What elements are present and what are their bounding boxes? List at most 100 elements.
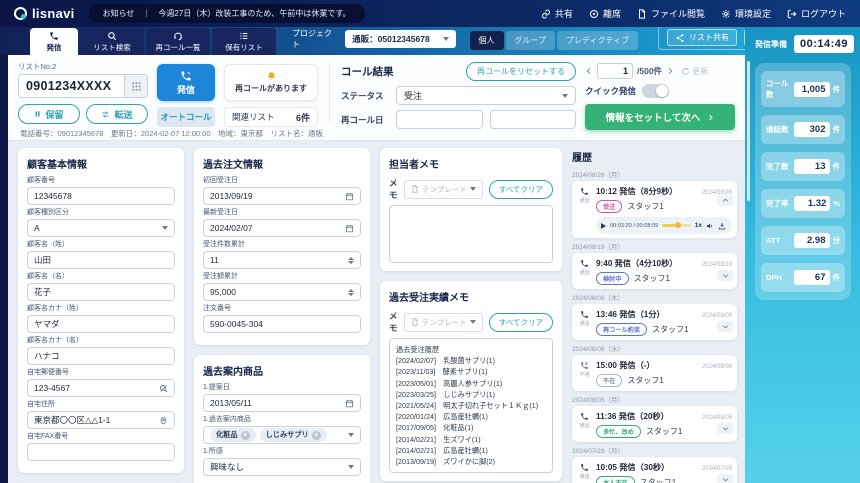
proposal-items-select[interactable]: 化粧品× しじみサプリ× (203, 426, 361, 444)
first-name-input[interactable]: 花子 (27, 283, 175, 301)
expand-button[interactable] (717, 270, 733, 281)
history-entry-date: 2024/08/08 (702, 364, 732, 370)
settings-button[interactable]: 環境設定 (721, 7, 771, 20)
stat-label: 完了率 (766, 198, 789, 209)
history-date: 2024/08/09（木） (572, 292, 737, 302)
history-date: 2024/08/19（月） (572, 241, 737, 251)
mode-group-button[interactable]: グループ (506, 31, 556, 50)
stepper-icon[interactable] (348, 257, 354, 264)
expand-button[interactable] (717, 423, 733, 434)
staff-memo-textarea[interactable] (389, 205, 553, 263)
seek-bar[interactable] (662, 224, 691, 227)
stat-label: 通話数 (766, 124, 789, 135)
refresh-button[interactable]: 更新 (681, 66, 708, 77)
memo-label: メモ (389, 177, 398, 201)
order-history-memo-textarea[interactable]: 過去受注履歴 [2024/02/07] 乳酸菌サプリ(1) [2023/11/0… (389, 338, 553, 473)
stepper-icon[interactable] (348, 289, 354, 296)
recall-reset-button[interactable]: 再コールをリセットする (466, 62, 576, 81)
tab-dial[interactable]: 発信 (30, 28, 78, 55)
mode-predictive-button[interactable]: プレディクティブ (557, 31, 638, 50)
download-icon[interactable] (718, 222, 726, 230)
app-logo[interactable]: lisnavi (14, 6, 75, 21)
project-select[interactable]: 通販：05012345678 (345, 30, 455, 48)
past-order-card: 過去注文情報 初回受注日 2013/09/19 最新受注日 2024/02/07… (194, 148, 370, 345)
dial-panel: 発信 オートコール (157, 60, 215, 124)
expand-button[interactable] (717, 321, 733, 332)
status-select[interactable]: 受注 (396, 86, 576, 105)
clear-all-button[interactable]: すべてクリア (489, 313, 553, 332)
list-share-button[interactable]: リスト共有 (667, 29, 737, 46)
file-icon (411, 318, 419, 326)
stat-unit: 件 (833, 84, 841, 95)
last-name-kana-input[interactable]: ヤマダ (27, 315, 175, 333)
order-history-memo-card: 過去受注実績メモ メモ テンプレート すべてクリア 過去受注履歴 [2024/0… (380, 281, 562, 481)
latest-order-date-input[interactable]: 2024/02/07 (203, 219, 361, 237)
expand-button[interactable] (717, 474, 733, 483)
recall-date-input[interactable] (396, 110, 483, 129)
play-icon[interactable] (601, 223, 606, 229)
sidebar-scrollbar[interactable] (747, 61, 750, 201)
home-address-input[interactable]: 東京都〇〇区△△1-1 (27, 411, 175, 429)
record-number-input[interactable]: 1 (597, 63, 633, 79)
recall-time-input[interactable] (490, 110, 577, 129)
tag-remove-icon[interactable]: × (312, 431, 321, 440)
related-list-button[interactable]: 関連リスト 6件 (224, 107, 318, 127)
customer-number-input[interactable]: 12345678 (27, 187, 175, 205)
history-entry[interactable]: 不通 15:00 発信（-） 2024/08/08 不在 スタッフ1 (572, 355, 737, 391)
quick-dial-toggle[interactable] (642, 84, 669, 98)
recall-notice[interactable]: 再コールがあります (224, 64, 318, 101)
tab-recall-list[interactable]: 再コール一覧 (146, 28, 210, 55)
postal-code-input[interactable]: 123-4567 (27, 379, 175, 397)
calendar-icon[interactable] (345, 224, 354, 233)
clear-all-button[interactable]: すべてクリア (489, 180, 553, 199)
mode-personal-button[interactable]: 個人 (470, 31, 504, 50)
logout-button[interactable]: ログアウト (787, 7, 846, 20)
history-entry[interactable]: 通話 10:12 発信（8分9秒） 2024/08/26 受注 スタッフ1 00… (572, 181, 737, 238)
dial-button[interactable]: 発信 (157, 64, 215, 101)
field-label: 1.提案日 (203, 384, 361, 392)
template-select[interactable]: テンプレート (404, 313, 483, 332)
share-button[interactable]: 共有 (541, 7, 573, 20)
autocall-button[interactable]: オートコール (157, 107, 215, 127)
hold-button[interactable]: 保留 (18, 104, 80, 124)
order-amount-stepper[interactable]: 95,000 (203, 283, 361, 301)
tag-remove-icon[interactable]: × (241, 431, 250, 440)
first-order-date-input[interactable]: 2013/09/19 (203, 187, 361, 205)
refresh-label: 更新 (692, 66, 708, 77)
history-entry-date: 2024/08/05 (702, 415, 732, 421)
history-entry[interactable]: 通話 10:05 発信（30秒） 2024/07/29 本人不在 スタッフ1 (572, 457, 737, 483)
phone-number-input[interactable]: 0901234XXXX (18, 74, 124, 98)
last-name-input[interactable]: 山田 (27, 251, 175, 269)
history-entry[interactable]: 通話 9:40 発信（4分10秒） 2024/08/19 検討中 スタッフ1 (572, 253, 737, 289)
tab-list-search[interactable]: リスト検索 (80, 28, 144, 55)
map-pin-icon[interactable] (159, 416, 168, 425)
impression-select[interactable]: 興味なし (203, 458, 361, 476)
next-record-button[interactable] (666, 67, 674, 75)
keypad-button[interactable] (124, 74, 148, 98)
history-entry-title: 15:00 発信（-） (596, 359, 655, 371)
history-entry[interactable]: 通話 13:46 発信（1分） 2024/08/09 再コール約束 スタッフ1 (572, 304, 737, 340)
set-and-next-button[interactable]: 情報をセットして次へ (585, 104, 735, 130)
order-count-stepper[interactable]: 11 (203, 251, 361, 269)
file-view-button[interactable]: ファイル閲覧 (637, 7, 705, 20)
transfer-button[interactable]: 転送 (86, 104, 148, 124)
template-select[interactable]: テンプレート (404, 180, 483, 199)
away-button[interactable]: 離席 (589, 7, 621, 20)
order-number-input[interactable]: 590-0045-304 (203, 315, 361, 333)
memo-line: [2014/02/21] 生ズワイ(1) (396, 434, 546, 445)
calendar-icon[interactable] (345, 192, 354, 201)
customer-type-select[interactable]: A (27, 219, 175, 237)
history-entry[interactable]: 通話 11:36 発信（20秒） 2024/08/05 多忙、改め スタッフ1 (572, 406, 737, 442)
home-fax-input[interactable] (27, 443, 175, 461)
first-name-kana-input[interactable]: ハナコ (27, 347, 175, 365)
calendar-icon[interactable] (345, 399, 354, 408)
prev-record-button[interactable] (585, 67, 593, 75)
playback-speed-button[interactable]: 1x (695, 222, 702, 229)
volume-icon[interactable] (706, 222, 714, 230)
address-search-icon[interactable] (159, 384, 168, 393)
collapse-button[interactable] (717, 195, 733, 206)
proposal-date-input[interactable]: 2013/05/11 (203, 394, 361, 412)
phone-icon (580, 463, 589, 472)
tab-owned-lists[interactable]: 保有リスト (212, 28, 276, 55)
set-and-next-label: 情報をセットして次へ (606, 110, 701, 124)
